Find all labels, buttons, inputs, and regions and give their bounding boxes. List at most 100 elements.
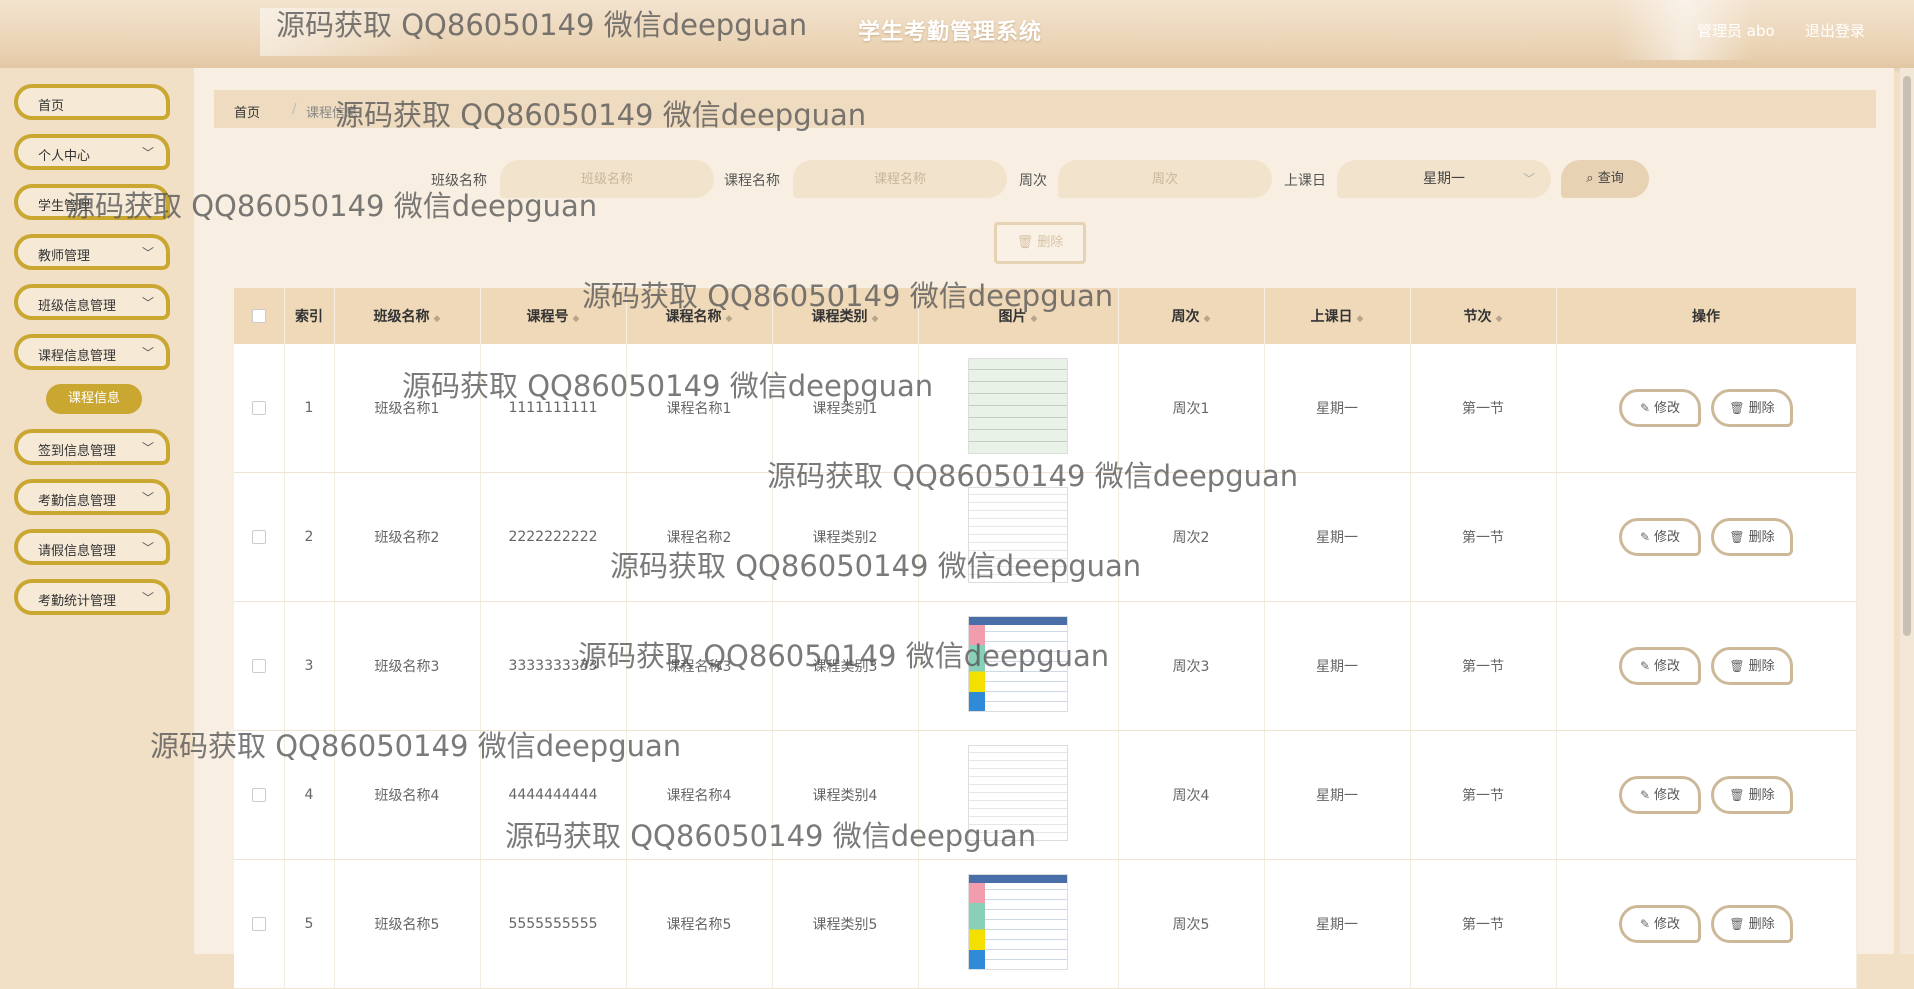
edit-button[interactable]: ✎ 修改 xyxy=(1619,776,1701,814)
cell-period: 第一节 xyxy=(1410,601,1557,731)
scrollbar-thumb[interactable] xyxy=(1903,76,1911,636)
sidebar-item-classes[interactable]: 班级信息管理 ﹀ xyxy=(14,284,170,320)
course-table: 索引 班级名称 ◆ 课程号 ◆ 课程名称 ◆ 课程类别 ◆ 图片 ◆ 周次 ◆ 上课日 ◆ 节… xyxy=(234,288,1857,989)
edit-icon: ✎ xyxy=(1639,788,1651,802)
edit-icon: ✎ xyxy=(1639,917,1651,931)
edit-icon: ✎ xyxy=(1639,401,1651,415)
cell-index: 5 xyxy=(284,859,335,989)
main-content: 首页 / 课程信息 班级名称 课程名称 周次 上课日 星期一 ﹀ ⌕ 查询 🗑 … xyxy=(194,68,1894,989)
sidebar-item-students[interactable]: 学生管理 ﹀ xyxy=(14,184,170,220)
week-input[interactable] xyxy=(1058,160,1272,198)
sidebar-item-profile[interactable]: 个人中心 ﹀ xyxy=(14,134,170,170)
row-checkbox[interactable] xyxy=(251,401,266,415)
course-image-thumbnail[interactable] xyxy=(968,487,1068,583)
col-label: 班级名称 xyxy=(373,309,430,325)
delete-label: 删除 xyxy=(1748,917,1775,932)
sidebar-item-label: 学生管理 xyxy=(38,199,91,214)
trash-icon: 🗑 xyxy=(1016,235,1034,250)
sort-icon[interactable]: ◆ xyxy=(1031,314,1038,324)
col-course-name[interactable]: 课程名称 ◆ xyxy=(626,288,773,344)
cell-class-name: 班级名称2 xyxy=(334,472,481,602)
cell-course-no: 3333333333 xyxy=(480,601,627,731)
col-label: 课程号 xyxy=(526,309,569,325)
col-label: 课程类别 xyxy=(811,309,868,325)
sidebar-item-label: 考勤信息管理 xyxy=(38,494,117,509)
edit-button[interactable]: ✎ 修改 xyxy=(1619,905,1701,943)
cell-actions: ✎ 修改 🗑 删除 xyxy=(1556,601,1857,731)
class-name-input[interactable] xyxy=(500,160,714,198)
logout-link[interactable]: 退出登录 xyxy=(1805,20,1865,41)
sidebar-item-leave[interactable]: 请假信息管理 ﹀ xyxy=(14,529,170,565)
row-checkbox[interactable] xyxy=(251,659,266,673)
sidebar-item-signin[interactable]: 签到信息管理 ﹀ xyxy=(14,429,170,465)
course-image-thumbnail[interactable] xyxy=(968,745,1068,841)
delete-button[interactable]: 🗑 删除 xyxy=(1711,905,1793,943)
course-image-thumbnail[interactable] xyxy=(968,358,1068,454)
cell-course-type: 课程类别4 xyxy=(772,730,919,860)
col-label: 操作 xyxy=(1692,309,1720,325)
col-course-type[interactable]: 课程类别 ◆ xyxy=(772,288,919,344)
course-name-label: 课程名称 xyxy=(724,173,780,189)
table-row: 5 班级名称5 5555555555 课程名称5 课程类别5 周次5 星期一 第一节 ✎ 修改 🗑 删… xyxy=(234,859,1857,989)
edit-icon: ✎ xyxy=(1639,659,1651,673)
edit-icon: ✎ xyxy=(1639,530,1651,544)
course-name-input[interactable] xyxy=(793,160,1007,198)
batch-delete-button[interactable]: 🗑 删除 xyxy=(994,222,1086,264)
week-label: 周次 xyxy=(1019,173,1047,189)
sidebar-item-label: 考勤统计管理 xyxy=(38,594,117,609)
delete-button[interactable]: 🗑 删除 xyxy=(1711,776,1793,814)
course-image-thumbnail[interactable] xyxy=(968,616,1068,712)
sidebar-item-home[interactable]: 首页 xyxy=(14,84,170,120)
delete-label: 删除 xyxy=(1748,788,1775,803)
breadcrumb-home[interactable]: 首页 xyxy=(234,102,260,121)
cell-class-name: 班级名称4 xyxy=(334,730,481,860)
sort-icon[interactable]: ◆ xyxy=(726,314,733,324)
course-image-thumbnail[interactable] xyxy=(968,874,1068,970)
chevron-down-icon: ﹀ xyxy=(141,346,154,360)
sidebar-item-teachers[interactable]: 教师管理 ﹀ xyxy=(14,234,170,270)
edit-button[interactable]: ✎ 修改 xyxy=(1619,518,1701,556)
chevron-down-icon: ﹀ xyxy=(141,296,154,310)
cell-course-type: 课程类别1 xyxy=(772,344,919,473)
delete-label: 删除 xyxy=(1748,530,1775,545)
col-class-name[interactable]: 班级名称 ◆ xyxy=(334,288,481,344)
sort-icon[interactable]: ◆ xyxy=(872,314,879,324)
col-label: 图片 xyxy=(998,309,1027,325)
weekday-select-value: 星期一 xyxy=(1423,171,1465,187)
sort-icon[interactable]: ◆ xyxy=(1496,314,1503,324)
delete-button[interactable]: 🗑 删除 xyxy=(1711,647,1793,685)
current-user: 管理员 abo xyxy=(1697,22,1775,40)
table-header-row: 索引 班级名称 ◆ 课程号 ◆ 课程名称 ◆ 课程类别 ◆ 图片 ◆ 周次 ◆ 上课日 ◆ 节… xyxy=(234,288,1857,344)
col-week[interactable]: 周次 ◆ xyxy=(1118,288,1265,344)
row-checkbox[interactable] xyxy=(251,530,266,544)
row-checkbox[interactable] xyxy=(251,917,266,931)
sort-icon[interactable]: ◆ xyxy=(434,314,441,324)
sort-icon[interactable]: ◆ xyxy=(1204,314,1211,324)
row-select-cell xyxy=(234,344,285,473)
chevron-down-icon: ﹀ xyxy=(141,146,154,160)
row-checkbox[interactable] xyxy=(251,788,266,802)
sidebar-item-label: 教师管理 xyxy=(38,249,91,264)
cell-course-name: 课程名称3 xyxy=(626,601,773,731)
sidebar-item-courses[interactable]: 课程信息管理 ﹀ xyxy=(14,334,170,370)
sidebar-item-attendance[interactable]: 考勤信息管理 ﹀ xyxy=(14,479,170,515)
sidebar-subitem-course-info[interactable]: 课程信息 xyxy=(46,384,142,414)
col-image[interactable]: 图片 ◆ xyxy=(918,288,1119,344)
sidebar-item-statistics[interactable]: 考勤统计管理 ﹀ xyxy=(14,579,170,615)
edit-button[interactable]: ✎ 修改 xyxy=(1619,647,1701,685)
delete-button[interactable]: 🗑 删除 xyxy=(1711,389,1793,427)
col-course-no[interactable]: 课程号 ◆ xyxy=(480,288,627,344)
select-all-checkbox[interactable] xyxy=(251,309,266,323)
cell-week: 周次2 xyxy=(1118,472,1265,602)
sort-icon[interactable]: ◆ xyxy=(573,314,580,324)
weekday-select[interactable]: 星期一 ﹀ xyxy=(1337,160,1551,198)
cell-class-name: 班级名称1 xyxy=(334,344,481,473)
edit-button[interactable]: ✎ 修改 xyxy=(1619,389,1701,427)
col-period[interactable]: 节次 ◆ xyxy=(1410,288,1557,344)
sort-icon[interactable]: ◆ xyxy=(1357,314,1364,324)
query-button[interactable]: ⌕ 查询 xyxy=(1561,160,1649,198)
cell-course-name: 课程名称5 xyxy=(626,859,773,989)
delete-button[interactable]: 🗑 删除 xyxy=(1711,518,1793,556)
trash-icon: 🗑 xyxy=(1729,401,1745,415)
col-weekday[interactable]: 上课日 ◆ xyxy=(1264,288,1411,344)
